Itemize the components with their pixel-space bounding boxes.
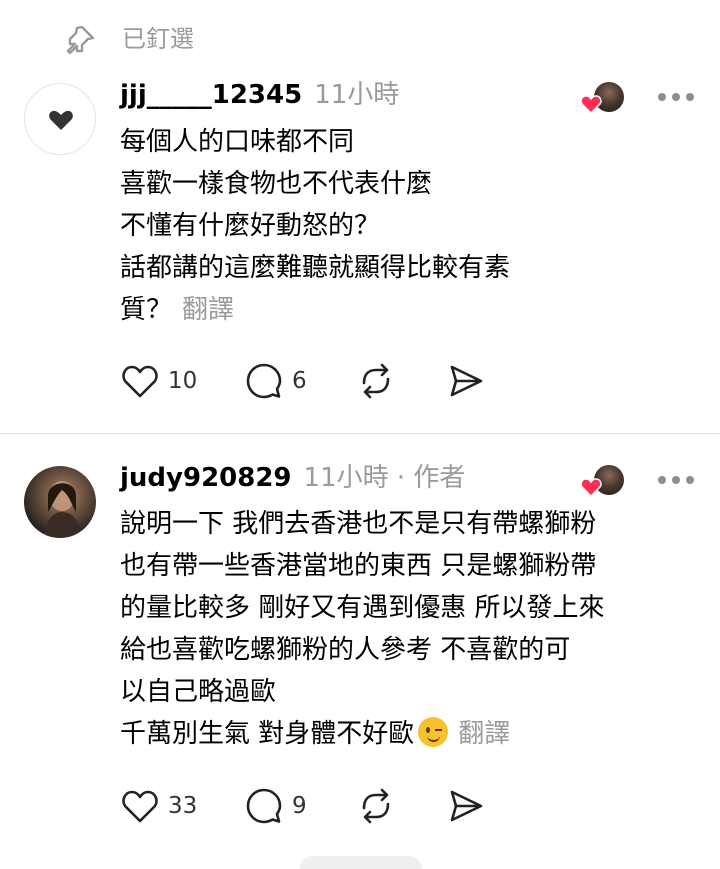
more-icon[interactable]: [658, 93, 698, 103]
bottom-sheet-handle[interactable]: [300, 856, 422, 869]
repost-button[interactable]: [356, 361, 396, 401]
comment-line: 給也喜歡吃螺獅粉的人參考￼ 不喜歡的可: [120, 635, 571, 665]
share-button[interactable]: [446, 786, 486, 826]
timestamp: 11小時: [314, 80, 400, 110]
comment-line: 說明一下 我們去香港也不是只有帶螺獅粉: [120, 509, 597, 539]
comment-line: 以自己略過歐: [120, 677, 277, 707]
action-bar: 33 9: [120, 786, 520, 826]
repost-icon: [362, 363, 390, 399]
heart-icon: [122, 790, 158, 823]
comment-line: 話都講的這麼難聽就顯得比較有素: [120, 253, 511, 283]
reply-count: 9: [292, 793, 307, 819]
share-icon: [450, 790, 483, 822]
comment-line: 質？: [120, 295, 173, 325]
translate-link[interactable]: 翻譯: [458, 719, 510, 749]
pin-icon: [66, 25, 95, 55]
like-count: 10: [168, 368, 198, 394]
reply-count: 6: [292, 368, 307, 394]
share-icon: [450, 365, 483, 397]
profile-photo-icon: [44, 481, 82, 538]
username[interactable]: judy920829: [120, 463, 292, 493]
like-button[interactable]: 10: [120, 361, 200, 401]
more-icon[interactable]: [658, 476, 698, 486]
comment-header: judy920829 11小時 · 作者: [120, 460, 465, 496]
comment-body: 每個人的口味都不同 喜歡一樣食物也不代表什麼 不懂有什麼好動怒的？ 話都講的這麼…: [120, 121, 510, 331]
comment-line: 千萬別生氣 對身體不好歐: [120, 719, 415, 749]
heart-avatar-icon: [49, 110, 73, 130]
repost-icon: [362, 788, 390, 824]
wink-emoji-icon: [418, 717, 449, 747]
action-bar: 10 6: [120, 361, 520, 401]
pinned-header: 已釘選: [0, 0, 720, 78]
translate-link[interactable]: 翻譯: [182, 295, 234, 325]
avatar[interactable]: [24, 466, 96, 538]
reply-button[interactable]: 6: [244, 361, 314, 401]
comment-header: jjj_____12345 11小時: [120, 77, 399, 113]
share-button[interactable]: [446, 361, 486, 401]
heart-icon: [122, 365, 158, 398]
username[interactable]: jjj_____12345: [120, 80, 302, 110]
reply-button[interactable]: 9: [244, 786, 314, 826]
comment-item: jjj_____12345 11小時 每個人的口味都不同 喜歡一樣食物也不代表什麼…: [0, 80, 720, 430]
comment-item: judy920829 11小時 · 作者 說明一下 我們去香港也不是只有帶螺獅粉 …: [0, 463, 720, 853]
comment-line: 也有帶一些香港當地的東西 只是螺獅粉帶: [120, 551, 597, 581]
comment-icon: [246, 363, 282, 399]
like-button[interactable]: 33: [120, 786, 200, 826]
comment-line: 不懂有什麼好動怒的？: [120, 211, 381, 241]
avatar[interactable]: [24, 83, 96, 155]
comment-icon: [246, 788, 282, 824]
comment-line: 的量比較多 剛好又有遇到優惠 所以發上來: [120, 593, 605, 623]
repost-button[interactable]: [356, 786, 396, 826]
timestamp: 11小時 · 作者: [303, 463, 466, 493]
divider: [0, 433, 720, 434]
comment-line: 喜歡一樣食物也不代表什麼: [120, 169, 433, 199]
comment-body: 說明一下 我們去香港也不是只有帶螺獅粉 也有帶一些香港當地的東西 只是螺獅粉帶 …: [120, 503, 605, 755]
liked-heart-icon: [580, 478, 602, 497]
liked-heart-icon: [580, 95, 602, 114]
like-count: 33: [168, 793, 198, 819]
pinned-label: 已釘選: [122, 25, 194, 53]
comment-line: 每個人的口味都不同: [120, 127, 355, 157]
